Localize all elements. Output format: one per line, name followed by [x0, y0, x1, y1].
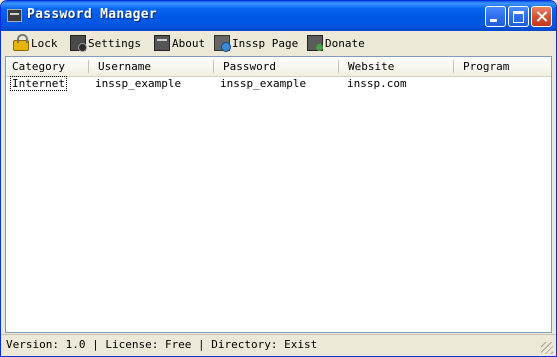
column-header-username[interactable]: Username: [89, 57, 214, 76]
resize-grip-icon[interactable]: [541, 342, 553, 354]
column-header-program[interactable]: Program: [454, 57, 551, 76]
inssp-page-button[interactable]: Inssp Page: [214, 33, 298, 53]
lock-label: Lock: [31, 36, 58, 50]
donate-button[interactable]: Donate: [307, 33, 365, 53]
settings-icon: [70, 35, 87, 52]
main-window: Password Manager Lock Settings About Ins…: [0, 0, 557, 357]
minimize-button[interactable]: [485, 6, 506, 27]
lock-button[interactable]: Lock: [13, 33, 58, 53]
window-title: Password Manager: [27, 7, 158, 22]
title-bar[interactable]: Password Manager: [1, 1, 556, 31]
donate-icon: [307, 35, 323, 51]
maximize-button[interactable]: [508, 6, 529, 27]
settings-label: Settings: [88, 36, 141, 50]
about-label: About: [172, 36, 206, 50]
column-header-website[interactable]: Website: [339, 57, 454, 76]
status-text: Version: 1.0 | License: Free | Directory…: [6, 338, 318, 351]
about-icon: [154, 35, 170, 51]
close-button[interactable]: [531, 6, 552, 27]
password-list[interactable]: Category Username Password Website Progr…: [5, 56, 552, 333]
column-header-password[interactable]: Password: [214, 57, 339, 76]
cell-username: inssp_example: [95, 77, 182, 90]
cell-program: [454, 76, 551, 92]
toolbar: Lock Settings About Inssp Page Donate: [4, 31, 553, 55]
settings-button[interactable]: Settings: [70, 33, 141, 53]
about-button[interactable]: About: [154, 33, 205, 53]
web-page-icon: [214, 35, 231, 52]
table-row[interactable]: Internet inssp_example inssp_example ins…: [6, 76, 551, 92]
donate-label: Donate: [325, 36, 365, 50]
inssp-page-label: Inssp Page: [232, 36, 299, 50]
cell-category: Internet: [10, 76, 67, 91]
cell-website: inssp.com: [347, 77, 407, 90]
app-icon[interactable]: [7, 9, 22, 22]
status-bar: Version: 1.0 | License: Free | Directory…: [1, 334, 556, 356]
column-header-category[interactable]: Category: [6, 57, 89, 76]
lock-icon: [13, 33, 29, 51]
cell-password: inssp_example: [220, 77, 307, 90]
list-header: Category Username Password Website Progr…: [6, 57, 551, 77]
